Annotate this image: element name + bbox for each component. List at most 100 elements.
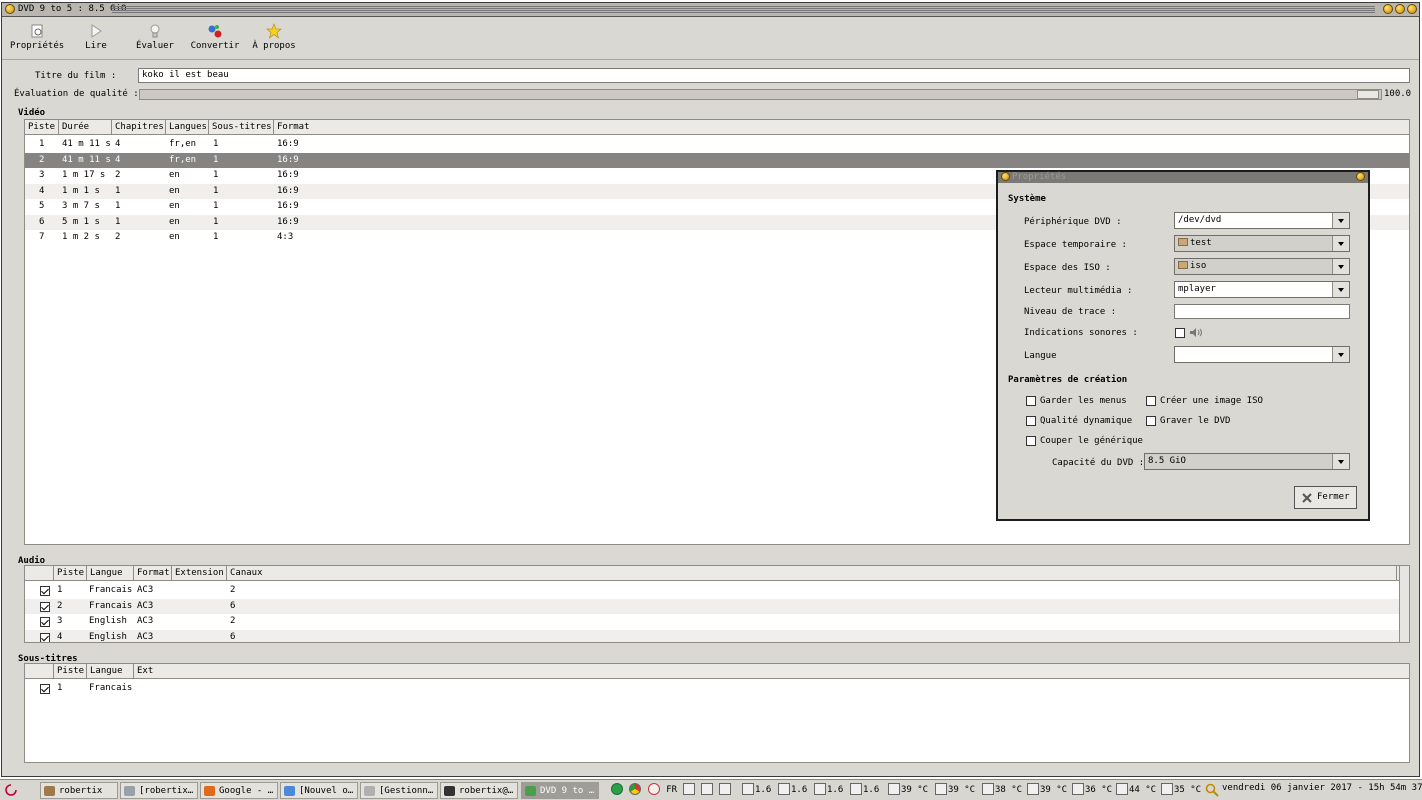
taskbar-task[interactable]: [Nouvel o… — [280, 782, 358, 799]
temperature-monitor[interactable]: 39 °C — [935, 783, 975, 795]
maximize-icon[interactable] — [1395, 4, 1405, 14]
audio-row-checkbox[interactable] — [40, 632, 50, 642]
col-duree[interactable]: Durée — [59, 120, 112, 135]
col-piste[interactable]: Piste — [54, 566, 87, 581]
cut-credits-checkbox[interactable] — [1026, 436, 1036, 446]
language-combo[interactable] — [1174, 346, 1350, 363]
col-canaux[interactable]: Canaux — [227, 566, 1397, 581]
audio-row-checkbox[interactable] — [40, 601, 50, 612]
network-icon[interactable] — [700, 783, 713, 795]
chevron-down-icon[interactable] — [1332, 347, 1349, 362]
window-titlebar[interactable]: DVD 9 to 5 : 8.5 GiO — [2, 3, 1419, 17]
col-langues[interactable]: Langues — [166, 120, 209, 135]
audio-row-checkbox[interactable] — [40, 586, 50, 596]
temperature-monitor[interactable]: 36 °C — [1072, 783, 1112, 795]
subtitles-row[interactable]: 1 Francais — [25, 681, 1399, 697]
dialog-close-icon[interactable] — [1356, 172, 1365, 181]
close-button[interactable]: Fermer — [1294, 486, 1357, 509]
col-langue[interactable]: Langue — [87, 664, 134, 679]
window-menu-icon[interactable] — [5, 4, 15, 14]
audio-row-checkbox[interactable] — [40, 617, 50, 627]
temperature-monitor[interactable]: 35 °C — [1161, 783, 1201, 795]
video-cell: 1 — [213, 216, 219, 227]
col-format[interactable]: Format — [274, 120, 1409, 135]
audio-row[interactable]: 2 Francais AC3 6 — [25, 598, 1399, 614]
thermometer-icon — [888, 783, 900, 795]
sound-checkbox[interactable] — [1175, 328, 1185, 338]
about-button[interactable]: À propos — [252, 23, 296, 51]
close-icon[interactable] — [1407, 4, 1417, 14]
keep-menus-checkbox[interactable] — [1026, 396, 1036, 406]
create-iso-checkbox[interactable] — [1146, 396, 1156, 406]
video-cell: 1 — [213, 170, 219, 180]
capacity-combo[interactable]: 8.5 GiO — [1144, 453, 1350, 470]
film-title-input[interactable]: koko il est beau — [138, 68, 1410, 83]
audio-row[interactable]: 3 English AC3 2 — [25, 614, 1399, 630]
chevron-down-icon[interactable] — [1332, 282, 1349, 297]
col-piste[interactable]: Piste — [25, 120, 59, 135]
subtitles-row-checkbox[interactable] — [40, 684, 50, 694]
evaluate-button[interactable]: Évaluer — [134, 23, 176, 51]
dialog-titlebar[interactable]: Propriétés — [998, 172, 1368, 183]
temperature-monitor[interactable]: 44 °C — [1116, 783, 1156, 795]
taskbar-task[interactable]: robertix@… — [440, 782, 518, 799]
chevron-down-icon[interactable] — [1332, 259, 1349, 274]
properties-button[interactable]: Propriétés — [10, 23, 64, 51]
temperature-monitor[interactable]: 38 °C — [982, 783, 1022, 795]
search-icon[interactable] — [1205, 783, 1219, 797]
chevron-down-icon[interactable] — [1332, 236, 1349, 251]
player-combo[interactable]: mplayer — [1174, 281, 1350, 298]
audio-row[interactable]: 1 Francais AC3 2 — [25, 583, 1399, 599]
clock[interactable]: vendredi 06 janvier 2017 - 15h 54m 37s — [1222, 783, 1422, 793]
alarm-clock-icon[interactable] — [647, 783, 660, 795]
col-chapitres[interactable]: Chapitres — [112, 120, 166, 135]
col-piste[interactable]: Piste — [54, 664, 87, 679]
convert-button[interactable]: Convertir — [190, 23, 240, 51]
subtitles-table[interactable]: Piste Langue Ext 1 Francais — [24, 663, 1410, 763]
cut-credits-label: Couper le générique — [1040, 436, 1143, 446]
debian-menu-icon[interactable] — [4, 783, 18, 797]
chevron-down-icon[interactable] — [1332, 213, 1349, 228]
dvd-device-combo[interactable]: /dev/dvd — [1174, 212, 1350, 229]
chevron-down-icon[interactable] — [1332, 454, 1349, 469]
video-section-title: Vidéo — [18, 108, 46, 118]
cpu-monitor[interactable]: 1.6 — [850, 783, 879, 795]
temp-space-combo[interactable]: test — [1174, 235, 1350, 252]
cpu-monitor[interactable]: 1.6 — [778, 783, 807, 795]
audio-row[interactable]: 4 English AC3 6 — [25, 629, 1399, 642]
printer-icon[interactable] — [719, 783, 732, 795]
col-format[interactable]: Format — [134, 566, 172, 581]
audio-scrollbar[interactable] — [1399, 566, 1409, 642]
dialog-menu-icon[interactable] — [1001, 172, 1010, 181]
taskbar-task[interactable]: DVD 9 to … — [521, 782, 599, 799]
video-row[interactable]: 1 41 m 11 s 4 fr,en 1 16:9 — [25, 137, 1409, 153]
video-row[interactable]: 2 41 m 11 s 4 fr,en 1 16:9 — [25, 152, 1409, 168]
temperature-monitor[interactable]: 39 °C — [1027, 783, 1067, 795]
quality-slider-knob[interactable] — [1357, 90, 1379, 99]
cpu-monitor[interactable]: 1.6 — [814, 783, 843, 795]
keyboard-layout[interactable]: FR — [666, 785, 677, 795]
quality-slider[interactable] — [139, 89, 1382, 100]
cpu-monitor[interactable]: 1.6 — [742, 783, 771, 795]
taskbar-task[interactable]: [robertix… — [120, 782, 198, 799]
col-extension[interactable]: Extension — [172, 566, 227, 581]
taskbar-task[interactable]: Google - … — [200, 782, 278, 799]
burn-dvd-checkbox[interactable] — [1146, 416, 1156, 426]
play-button[interactable]: Lire — [80, 23, 112, 51]
col-ext[interactable]: Ext — [134, 664, 1409, 679]
dynamic-quality-checkbox[interactable] — [1026, 416, 1036, 426]
audio-table[interactable]: Piste Langue Format Extension Canaux 1 Fr… — [24, 565, 1410, 643]
chrome-icon[interactable] — [629, 783, 642, 795]
taskbar-task[interactable]: robertix — [40, 782, 118, 799]
taskbar-task[interactable]: [Gestionn… — [360, 782, 438, 799]
green-leaf-icon[interactable] — [611, 783, 623, 795]
iso-space-combo[interactable]: iso — [1174, 258, 1350, 275]
col-langue[interactable]: Langue — [87, 566, 134, 581]
temperature-monitor[interactable]: 39 °C — [888, 783, 928, 795]
app-icon — [124, 786, 135, 796]
col-sous-titres[interactable]: Sous-titres — [209, 120, 274, 135]
video-cell: 3 m 7 s — [62, 201, 100, 211]
minimize-icon[interactable] — [1383, 4, 1393, 14]
trace-input[interactable] — [1174, 304, 1350, 319]
volume-icon[interactable] — [682, 783, 695, 795]
